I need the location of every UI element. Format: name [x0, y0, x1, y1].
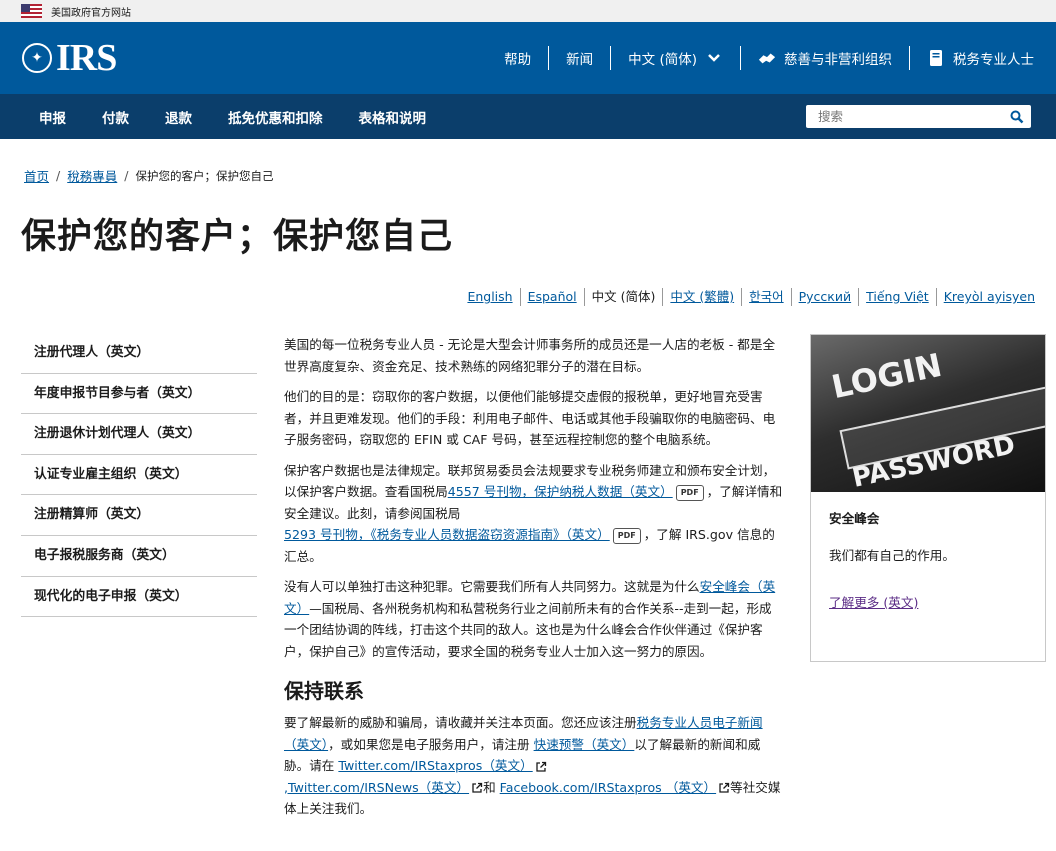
nav-credits-deductions[interactable]: 抵免优惠和扣除 — [210, 107, 341, 127]
pdf-badge: PDF — [675, 484, 704, 501]
language-dropdown[interactable]: 中文 (简体) — [610, 46, 740, 70]
gov-banner: 美国政府官方网站 — [0, 0, 1056, 22]
book-icon — [927, 49, 945, 67]
breadcrumb-separator: / — [56, 168, 61, 183]
security-summit-card: LOGIN PASSWORD 安全峰会 我们都有自己的作用。 了解更多 (英文) — [810, 334, 1046, 662]
paragraph-law: 保护客户数据也是法律规定。联邦贸易委员会法规要求专业税务师建立和颁布安全计划，以… — [284, 460, 784, 568]
card-text: 我们都有自己的作用。 — [829, 548, 955, 563]
twitter-irstaxpros-link[interactable]: Twitter.com/IRStaxpros（英文） — [338, 758, 532, 773]
handshake-icon — [758, 49, 776, 67]
section-heading-stay-connected: 保持联系 — [284, 679, 364, 703]
card-body: 安全峰会 我们都有自己的作用。 了解更多 (英文) — [811, 492, 1045, 627]
help-link[interactable]: 帮助 — [487, 46, 548, 70]
twitter-irsnews-link[interactable]: ,Twitter.com/IRSNews（英文） — [284, 780, 469, 795]
sidebar-item-mef[interactable]: 现代化的电子申报（英文） — [21, 577, 257, 618]
site-header: ✦ IRS 帮助 新闻 中文 (简体) 慈善与非营利组织 税务专业人士 — [0, 22, 1056, 94]
paragraph-summit: 没有人可以单独打击这种犯罪。它需要我们所有人共同努力。这就是为什么安全峰会（英文… — [284, 576, 784, 662]
pub-4557-link[interactable]: 4557 号刊物，保护纳税人数据（英文） — [448, 484, 673, 499]
gov-banner-text: 美国政府官方网站 — [51, 7, 131, 19]
breadcrumb-tax-pros[interactable]: 稅務專員 — [67, 166, 117, 185]
header-nav: 帮助 新闻 中文 (简体) 慈善与非营利组织 税务专业人士 — [487, 22, 1034, 94]
paragraph-goals: 他们的目的是：窃取你的客户数据，以便他们能够提交虚假的报税单，更好地冒充受害者，… — [284, 389, 776, 447]
login-password-image: LOGIN PASSWORD — [811, 335, 1045, 492]
nav-forms-instructions[interactable]: 表格和说明 — [341, 107, 445, 127]
text-span: ，或如果您是电子服务用户，请注册 — [328, 736, 534, 752]
lang-korean[interactable]: 한국어 — [741, 288, 791, 306]
logo-text: IRS — [56, 37, 117, 79]
facebook-link[interactable]: Facebook.com/IRStaxpros （英文） — [500, 780, 716, 795]
sidebar-item-afsp[interactable]: 年度申报节目参与者（英文） — [21, 374, 257, 415]
breadcrumb-current: 保护您的客户；保护您自己 — [135, 168, 274, 183]
external-link-icon — [719, 782, 730, 793]
sidebar-item-actuaries[interactable]: 注册精算师（英文） — [21, 495, 257, 536]
tax-pros-link[interactable]: 税务专业人士 — [909, 46, 1034, 70]
nav-file[interactable]: 申报 — [22, 107, 84, 127]
lang-english[interactable]: English — [460, 288, 519, 306]
paragraph-stay-connected: 要了解最新的威胁和骗局，请收藏并关注本页面。您还应该注册税务专业人员电子新闻（英… — [284, 712, 784, 820]
language-bar: English Español 中文 (简体) 中文 (繁體) 한국어 Русс… — [460, 288, 1042, 306]
sidebar-item-retirement-agents[interactable]: 注册退休计划代理人（英文） — [21, 414, 257, 455]
pdf-badge: PDF — [612, 527, 641, 544]
main-content: 美国的每一位税务专业人员 - 无论是大型会计师事务所的成员还是一人店的老板 - … — [284, 334, 784, 829]
lang-haitian-creole[interactable]: Kreyòl ayisyen — [935, 288, 1042, 306]
external-link-icon — [472, 782, 483, 793]
search-button[interactable] — [1003, 105, 1031, 128]
page-title: 保护您的客户；保护您自己 — [21, 217, 454, 257]
paragraph-intro: 美国的每一位税务专业人员 - 无论是大型会计师事务所的成员还是一人店的老板 - … — [284, 337, 776, 374]
lang-spanish[interactable]: Español — [519, 288, 584, 306]
us-flag-icon — [21, 4, 42, 18]
eagle-icon: ✦ — [22, 43, 52, 73]
main-nav: 申报 付款 退款 抵免优惠和扣除 表格和说明 — [0, 94, 1056, 139]
language-dropdown-label: 中文 (简体) — [628, 52, 697, 68]
chevron-down-icon — [705, 49, 723, 67]
irs-logo[interactable]: ✦ IRS — [22, 36, 117, 80]
text-span: 要了解最新的威胁和骗局，请收藏并关注本页面。您还应该注册 — [284, 715, 637, 730]
sidebar-item-enrolled-agents[interactable]: 注册代理人（英文） — [21, 333, 257, 374]
charities-link[interactable]: 慈善与非营利组织 — [740, 46, 909, 70]
text-span: —国税局、各州税务机构和私营税务行业之间前所未有的合作关系--走到一起，形成一个… — [284, 600, 772, 659]
search-box — [806, 105, 1031, 128]
lang-russian[interactable]: Русский — [790, 288, 858, 306]
quick-alerts-link[interactable]: 快速预警（英文） — [534, 737, 635, 752]
sidebar-item-e-file-providers[interactable]: 电子报税服务商（英文） — [21, 536, 257, 577]
tax-pros-label: 税务专业人士 — [953, 52, 1034, 68]
lang-chinese-traditional[interactable]: 中文 (繁體) — [662, 288, 741, 306]
text-span: 没有人可以单独打击这种犯罪。它需要我们所有人共同努力。这就是为什么 — [284, 579, 700, 594]
lang-chinese-simplified: 中文 (简体) — [583, 288, 663, 306]
search-input[interactable] — [806, 105, 1003, 128]
pub-5293-link[interactable]: 5293 号刊物，《税务专业人员数据盗窃资源指南》（英文） — [284, 527, 610, 542]
lang-vietnamese[interactable]: Tiếng Việt — [858, 288, 936, 306]
news-link[interactable]: 新闻 — [548, 46, 610, 70]
breadcrumb-home[interactable]: 首页 — [24, 166, 49, 185]
card-title: 安全峰会 — [829, 511, 880, 526]
image-login-text: LOGIN — [828, 345, 946, 407]
sidebar-item-cpeo[interactable]: 认证专业雇主组织（英文） — [21, 455, 257, 496]
search-icon — [1010, 110, 1024, 123]
charities-label: 慈善与非营利组织 — [784, 52, 892, 68]
nav-refunds[interactable]: 退款 — [147, 107, 210, 127]
breadcrumb: 首页 / 稅務專員 / 保护您的客户；保护您自己 — [24, 166, 273, 185]
external-link-icon — [536, 761, 546, 772]
learn-more-link[interactable]: 了解更多 (英文) — [829, 595, 918, 610]
sidebar-nav: 注册代理人（英文） 年度申报节目参与者（英文） 注册退休计划代理人（英文） 认证… — [21, 333, 257, 618]
nav-pay[interactable]: 付款 — [84, 107, 147, 127]
breadcrumb-separator: / — [124, 168, 129, 183]
text-span: 和 — [483, 779, 500, 795]
